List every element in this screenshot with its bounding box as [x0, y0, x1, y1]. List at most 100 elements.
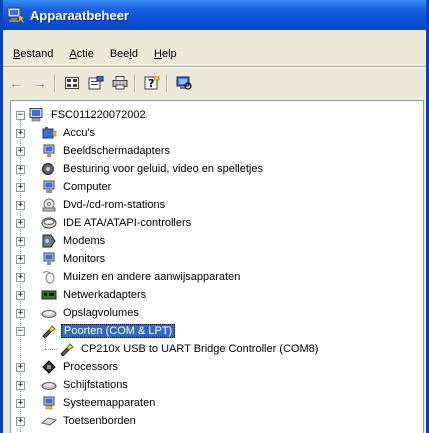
expand-toggle-ide[interactable]: + — [16, 219, 25, 228]
expand-toggle-netwerkadapters[interactable]: + — [16, 291, 25, 300]
menu-actie[interactable]: Actie — [63, 48, 99, 60]
expand-toggle-toetsenborden[interactable]: + — [16, 417, 25, 426]
menu-actie-accel: A — [69, 48, 77, 60]
expand-toggle-computer[interactable]: + — [16, 183, 25, 192]
view-icon — [65, 77, 79, 89]
forward-arrow-icon: → — [33, 75, 47, 91]
print-icon — [112, 76, 128, 90]
tree-item-computer[interactable]: Computer — [41, 179, 113, 195]
tree-item-label: Dvd-/cd-rom-stations — [63, 199, 166, 211]
expand-toggle-dvd[interactable]: + — [16, 201, 25, 210]
cdrom-icon — [41, 198, 57, 212]
device-manager-icon — [7, 7, 25, 24]
scan-hardware-icon — [176, 76, 192, 90]
tree-item-opslagvolumes[interactable]: Opslagvolumes — [41, 305, 141, 321]
tree-item-poorten[interactable]: Poorten (COM & LPT) — [41, 323, 176, 339]
toolbar: ← → ? — [3, 70, 426, 96]
menu-help[interactable]: Help — [148, 48, 183, 60]
tree-root-label: FSC011220072002 — [51, 109, 146, 121]
help-button[interactable]: ? — [141, 73, 163, 93]
view-button[interactable] — [61, 73, 83, 93]
tree-item-label: Netwerkadapters — [63, 289, 147, 301]
tree-item-label: Accu's — [63, 127, 96, 139]
svg-text:?: ? — [148, 77, 154, 90]
back-button[interactable]: ← — [5, 73, 27, 93]
tree-item-schijfstations[interactable]: Schijfstations — [41, 377, 130, 393]
tree-item-label: Computer — [63, 181, 112, 193]
expand-toggle-systeemapparaten[interactable]: + — [16, 399, 25, 408]
computer-root-icon — [29, 108, 45, 122]
menu-separator — [3, 66, 426, 68]
properties-button[interactable] — [85, 73, 107, 93]
monitor-icon — [41, 252, 57, 266]
menu-help-accel: H — [154, 48, 162, 60]
help-icon: ? — [144, 76, 160, 90]
expand-toggle-monitors[interactable]: + — [16, 255, 25, 264]
expand-toggle-schijfstations[interactable]: + — [16, 381, 25, 390]
toolbar-separator-2 — [134, 74, 136, 92]
tree-item-label: Poorten (COM & LPT) — [61, 324, 176, 338]
expand-toggle-accus[interactable]: + — [16, 129, 25, 138]
tree-item-label: Monitors — [63, 253, 106, 265]
expand-toggle-processors[interactable]: + — [16, 363, 25, 372]
tree-item-label: Modems — [63, 235, 106, 247]
disk-drive-icon — [41, 378, 57, 392]
ide-controller-icon — [41, 216, 57, 230]
tree-item-dvd[interactable]: Dvd-/cd-rom-stations — [41, 197, 167, 213]
tree-item-muizen[interactable]: Muizen en andere aanwijsapparaten — [41, 269, 242, 285]
tree-item-label: Muizen en andere aanwijsapparaten — [63, 271, 241, 283]
tree-root[interactable]: FSC011220072002 — [29, 107, 148, 123]
tree-item-modems[interactable]: Modems — [41, 233, 107, 249]
device-tree[interactable]: − FSC011220072002 + Accu's + Beeldscherm… — [10, 100, 424, 433]
processor-icon — [41, 360, 57, 374]
menu-help-label: elp — [161, 48, 177, 60]
tree-item-ide[interactable]: IDE ATA/ATAPI-controllers — [41, 215, 193, 231]
expand-toggle-beeldschermadapters[interactable]: + — [16, 147, 25, 156]
root-collapse-toggle[interactable]: − — [16, 111, 25, 120]
tree-item-systeemapparaten[interactable]: Systeemapparaten — [41, 395, 157, 411]
network-adapter-icon — [41, 288, 57, 302]
tree-item-processors[interactable]: Processors — [41, 359, 120, 375]
menu-bestand-label: estand — [20, 48, 54, 60]
computer-icon — [41, 180, 57, 194]
expand-toggle-muizen[interactable]: + — [16, 273, 25, 282]
display-adapter-icon — [41, 144, 57, 158]
back-arrow-icon: ← — [9, 75, 23, 91]
device-manager-window: Apparaatbeheer Bestand Actie Beeld Help … — [0, 0, 429, 433]
menu-beeld[interactable]: Beeld — [104, 48, 144, 60]
toolbar-separator — [54, 74, 56, 92]
menu-bestand[interactable]: Bestand — [7, 48, 59, 60]
tree-item-beeldschermadapters[interactable]: Beeldschermadapters — [41, 143, 172, 159]
tree-item-label: Processors — [63, 361, 119, 373]
expand-toggle-modems[interactable]: + — [16, 237, 25, 246]
tree-item-label: CP210x USB to UART Bridge Controller (CO… — [81, 343, 319, 355]
tree-item-label: Systeemapparaten — [63, 397, 156, 409]
menu-bar: Bestand Actie Beeld Help — [3, 44, 426, 64]
menu-beeld-label-b: d — [131, 48, 138, 60]
collapse-toggle-poorten[interactable]: − — [16, 327, 25, 336]
tree-item-label: Besturing voor geluid, video en spelletj… — [63, 163, 263, 175]
print-button[interactable] — [109, 73, 131, 93]
title-bar[interactable]: Apparaatbeheer — [3, 0, 426, 30]
menu-beeld-label-a: Bee — [109, 48, 130, 60]
scan-hardware-button[interactable] — [173, 73, 195, 93]
expand-toggle-opslagvolumes[interactable]: + — [16, 309, 25, 318]
tree-item-netwerkadapters[interactable]: Netwerkadapters — [41, 287, 148, 303]
expand-toggle-besturing-geluid[interactable]: + — [16, 165, 25, 174]
tree-item-cp210x[interactable]: CP210x USB to UART Bridge Controller (CO… — [59, 341, 320, 357]
tree-item-monitors[interactable]: Monitors — [41, 251, 107, 267]
tree-item-label: IDE ATA/ATAPI-controllers — [63, 217, 192, 229]
tree-item-toetsenborden[interactable]: Toetsenborden — [40, 413, 138, 429]
port-device-icon — [59, 342, 75, 357]
menu-actie-label: ctie — [76, 48, 94, 60]
battery-icon — [41, 126, 57, 140]
child-guide-line — [45, 337, 46, 349]
child-guide-branch — [45, 349, 57, 350]
tree-item-label: Schijfstations — [63, 379, 128, 391]
window-title: Apparaatbeheer — [30, 7, 129, 23]
tree-item-accus[interactable]: Accu's — [41, 125, 97, 141]
tree-item-besturing-geluid[interactable]: Besturing voor geluid, video en spelletj… — [41, 161, 265, 177]
port-icon — [41, 324, 57, 339]
forward-button[interactable]: → — [29, 73, 51, 93]
storage-volume-icon — [41, 306, 57, 320]
